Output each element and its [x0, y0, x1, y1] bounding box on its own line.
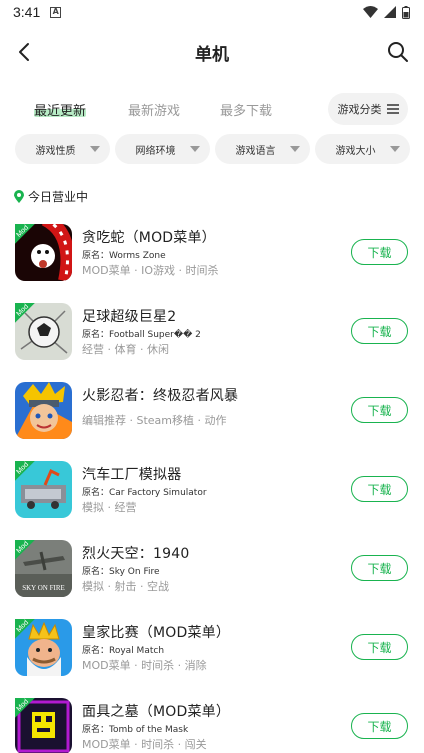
back-arrow-icon[interactable]: [14, 41, 36, 63]
game-category-label: 游戏分类: [337, 103, 382, 116]
game-tags: 模拟 · 经营: [82, 501, 137, 514]
filter-label: 网络环境: [135, 145, 176, 157]
filter-label: 游戏性质: [35, 145, 76, 157]
caret-down-icon: [90, 146, 100, 152]
mod-badge: Mod: [15, 461, 43, 489]
section-header: 今日营业中: [14, 188, 88, 205]
mod-badge: Mod: [15, 224, 43, 252]
mod-badge: Mod: [15, 698, 43, 726]
game-name: 火影忍者：终极忍者风暴: [82, 388, 239, 404]
mod-badge: Mod: [15, 540, 43, 568]
game-tags: MOD菜单 · 时间杀 · 闯关: [82, 738, 207, 751]
download-button[interactable]: 下载: [351, 634, 408, 660]
mod-badge-label: Mod: [15, 303, 31, 318]
filter-network[interactable]: 网络环境: [115, 134, 210, 164]
game-name: 贪吃蛇（MOD菜单）: [82, 230, 216, 246]
filter-size[interactable]: 游戏大小: [315, 134, 410, 164]
caret-down-icon: [190, 146, 200, 152]
filter-row: 游戏性质 网络环境 游戏语言 游戏大小: [15, 134, 410, 164]
game-list: Mod 贪吃蛇（MOD菜单） 原名：Worms Zone MOD菜单 · IO游…: [0, 222, 424, 753]
list-item[interactable]: 火影忍者：终极忍者风暴 编辑推荐 · Steam移植 · 动作 下载: [0, 380, 424, 459]
game-tags: MOD菜单 · IO游戏 · 时间杀: [82, 264, 219, 277]
mod-badge: Mod: [15, 303, 43, 331]
search-icon[interactable]: [386, 40, 410, 64]
list-item[interactable]: Mod 汽车工厂模拟器 原名：Car Factory Simulator 模拟 …: [0, 459, 424, 538]
list-item[interactable]: SKY ON FIRE Mod 烈火天空：1940 原名：Sky On Fire…: [0, 538, 424, 617]
tab-recent-update[interactable]: 最近更新: [34, 100, 86, 119]
tab-newest-games[interactable]: 最新游戏: [128, 100, 180, 119]
filter-label: 游戏语言: [235, 145, 276, 157]
download-button[interactable]: 下载: [351, 239, 408, 265]
status-bar: 3:41 A: [0, 0, 424, 24]
wifi-icon: [363, 6, 378, 18]
list-item[interactable]: Mod 足球超级巨星2 原名：Football Super�� 2 经营 · 体…: [0, 301, 424, 380]
game-original-name: 原名：Football Super�� 2: [82, 330, 201, 340]
menu-icon: [386, 104, 399, 114]
list-item[interactable]: Mod 贪吃蛇（MOD菜单） 原名：Worms Zone MOD菜单 · IO游…: [0, 222, 424, 301]
filter-label: 游戏大小: [335, 145, 376, 157]
game-original-name: 原名：Worms Zone: [82, 251, 166, 261]
signal-icon: [384, 6, 396, 18]
page-title: 单机: [195, 44, 229, 65]
game-original-name: 原名：Car Factory Simulator: [82, 488, 207, 498]
caret-down-icon: [290, 146, 300, 152]
game-original-name: 原名：Royal Match: [82, 646, 165, 656]
game-tags: 经营 · 体育 · 休闲: [82, 343, 169, 356]
list-item[interactable]: Mod 皇家比赛（MOD菜单） 原名：Royal Match MOD菜单 · 时…: [0, 617, 424, 696]
game-category-button[interactable]: 游戏分类: [328, 93, 408, 125]
mod-badge-label: Mod: [15, 224, 31, 239]
game-tags: MOD菜单 · 时间杀 · 消除: [82, 659, 207, 672]
filter-game-nature[interactable]: 游戏性质: [15, 134, 110, 164]
mod-badge-label: Mod: [15, 540, 31, 555]
top-bar: 单机: [0, 24, 424, 80]
location-pin-icon: [14, 190, 24, 203]
mod-badge-label: Mod: [15, 461, 31, 476]
game-tags: 编辑推荐 · Steam移植 · 动作: [82, 414, 227, 427]
notification-icon: A: [50, 6, 62, 18]
naruto-icon: [15, 382, 72, 439]
filter-language[interactable]: 游戏语言: [215, 134, 310, 164]
game-name: 烈火天空：1940: [82, 546, 190, 562]
game-name: 皇家比赛（MOD菜单）: [82, 625, 231, 641]
game-name: 足球超级巨星2: [82, 309, 177, 325]
download-button[interactable]: 下载: [351, 713, 408, 739]
download-button[interactable]: 下载: [351, 555, 408, 581]
section-title: 今日营业中: [28, 190, 89, 204]
game-original-name: 原名：Tomb of the Mask: [82, 725, 189, 735]
status-icons: [363, 5, 410, 19]
download-button[interactable]: 下载: [351, 318, 408, 344]
mod-badge: Mod: [15, 619, 43, 647]
download-button[interactable]: 下载: [351, 397, 408, 423]
mod-badge-label: Mod: [15, 619, 31, 634]
sort-tabs: 最近更新 最新游戏 最多下载 游戏分类: [0, 93, 424, 125]
mod-badge-label: Mod: [15, 698, 31, 713]
game-name: 面具之墓（MOD菜单）: [82, 704, 231, 720]
download-button[interactable]: 下载: [351, 476, 408, 502]
caret-down-icon: [390, 146, 400, 152]
tab-most-downloads[interactable]: 最多下载: [220, 100, 272, 119]
status-time: 3:41: [13, 4, 41, 20]
list-item[interactable]: Mod 面具之墓（MOD菜单） 原名：Tomb of the Mask MOD菜…: [0, 696, 424, 753]
game-original-name: 原名：Sky On Fire: [82, 567, 160, 577]
svg-text:SKY ON FIRE: SKY ON FIRE: [22, 584, 65, 592]
battery-icon: [402, 5, 410, 19]
game-tags: 模拟 · 射击 · 空战: [82, 580, 169, 593]
game-name: 汽车工厂模拟器: [82, 467, 182, 483]
